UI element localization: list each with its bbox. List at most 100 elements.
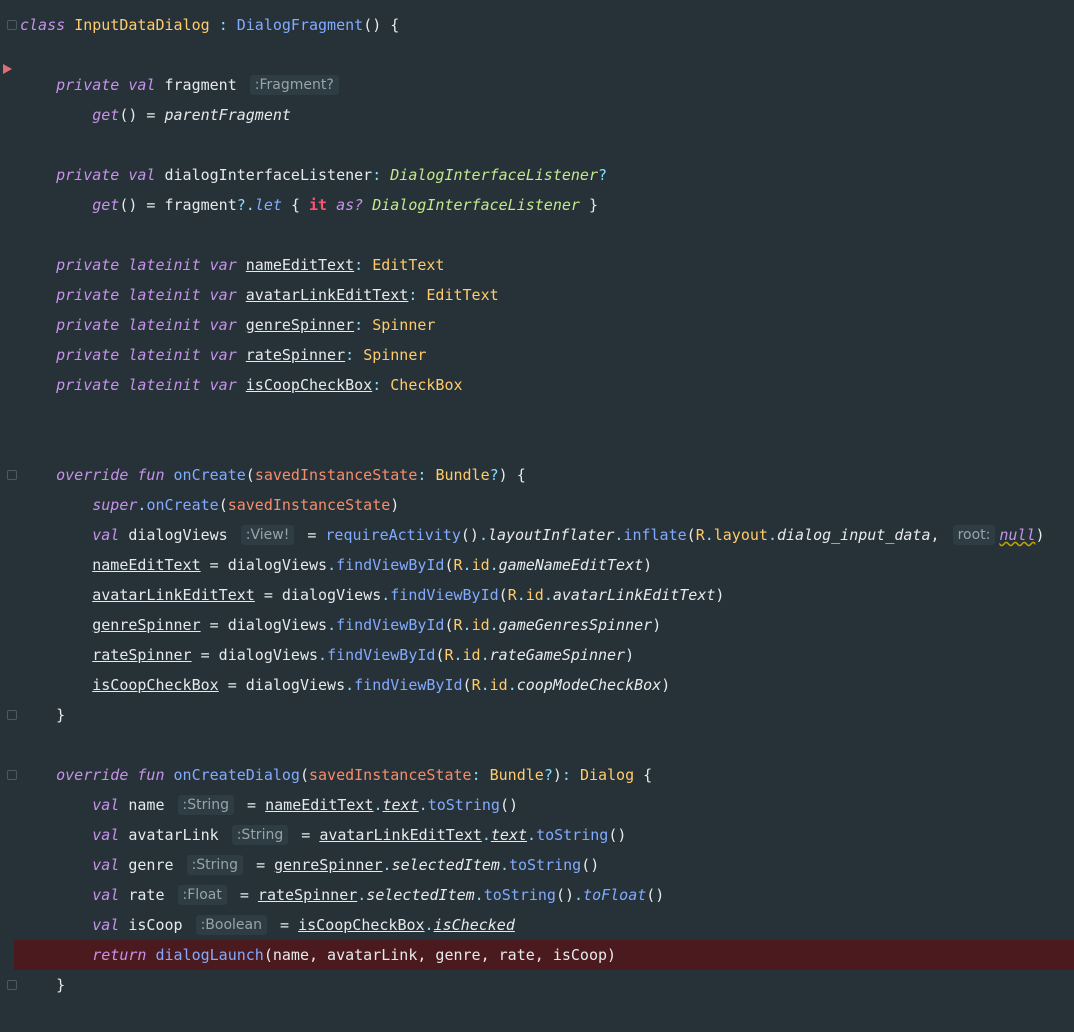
code-line[interactable] bbox=[20, 220, 1074, 250]
code-token: val bbox=[92, 526, 129, 544]
code-line[interactable]: private lateinit var isCoopCheckBox: Che… bbox=[20, 370, 1074, 400]
code-line[interactable]: val name :String = nameEditText.text.toS… bbox=[20, 790, 1074, 820]
code-token: onCreate bbox=[146, 496, 219, 514]
code-line[interactable] bbox=[20, 130, 1074, 160]
code-line[interactable]: private val dialogInterfaceListener: Dia… bbox=[20, 160, 1074, 190]
code-token: EditText bbox=[372, 256, 445, 274]
editor-gutter[interactable] bbox=[0, 0, 14, 1032]
code-token: super bbox=[92, 496, 138, 514]
code-line[interactable]: class InputDataDialog : DialogFragment()… bbox=[20, 10, 1074, 40]
code-line[interactable]: private lateinit var nameEditText: EditT… bbox=[20, 250, 1074, 280]
code-line[interactable]: val genre :String = genreSpinner.selecte… bbox=[20, 850, 1074, 880]
code-token: savedInstanceState bbox=[309, 766, 472, 784]
code-line[interactable]: rateSpinner = dialogViews.findViewById(R… bbox=[20, 640, 1074, 670]
code-token: DialogFragment bbox=[236, 16, 364, 34]
code-line[interactable] bbox=[20, 40, 1074, 70]
code-line[interactable]: get() = fragment?.let { it as? DialogInt… bbox=[20, 190, 1074, 220]
code-token: = bbox=[292, 826, 320, 844]
code-token: = bbox=[230, 886, 258, 904]
code-token: } bbox=[20, 706, 66, 724]
code-line[interactable]: val dialogViews :View! = requireActivity… bbox=[20, 520, 1074, 550]
code-token: savedInstanceState bbox=[227, 496, 391, 514]
fold-marker-icon[interactable] bbox=[7, 710, 17, 720]
code-editor[interactable]: class InputDataDialog : DialogFragment()… bbox=[0, 0, 1074, 1032]
code-line[interactable]: } bbox=[20, 700, 1074, 730]
code-token: = bbox=[238, 796, 266, 814]
code-token: ( bbox=[245, 466, 255, 484]
code-token: requireActivity bbox=[325, 526, 461, 544]
code-line[interactable]: super.onCreate(savedInstanceState) bbox=[20, 490, 1074, 520]
code-token: avatarLink bbox=[128, 826, 228, 844]
code-token: ? bbox=[598, 166, 608, 184]
code-line[interactable]: return dialogLaunch(name, avatarLink, ge… bbox=[14, 940, 1074, 970]
inlay-type-hint: root: bbox=[952, 525, 996, 545]
code-token: R bbox=[453, 556, 463, 574]
fold-marker-icon[interactable] bbox=[7, 470, 17, 480]
code-token: : bbox=[561, 766, 580, 784]
code-token: toString bbox=[483, 886, 556, 904]
code-line[interactable] bbox=[20, 730, 1074, 760]
fold-marker-icon[interactable] bbox=[7, 20, 17, 30]
code-line[interactable]: override fun onCreateDialog(savedInstanc… bbox=[20, 760, 1074, 790]
code-token: findViewById bbox=[336, 616, 445, 634]
fold-marker-icon[interactable] bbox=[7, 770, 17, 780]
code-token: isCoop bbox=[128, 916, 192, 934]
code-line[interactable]: private lateinit var rateSpinner: Spinne… bbox=[20, 340, 1074, 370]
code-token: isCoopCheckBox bbox=[298, 916, 425, 934]
code-token: () = fragment bbox=[119, 196, 237, 214]
code-token: . bbox=[507, 676, 517, 694]
code-token: } bbox=[20, 976, 66, 994]
code-line[interactable]: genreSpinner = dialogViews.findViewById(… bbox=[20, 610, 1074, 640]
code-token: nameEditText bbox=[92, 556, 201, 574]
code-token: genreSpinner bbox=[274, 856, 383, 874]
code-token: () { bbox=[363, 16, 400, 34]
code-line[interactable]: val avatarLink :String = avatarLinkEditT… bbox=[20, 820, 1074, 850]
code-line[interactable]: private lateinit var avatarLinkEditText:… bbox=[20, 280, 1074, 310]
code-token: rateSpinner bbox=[92, 646, 192, 664]
breakpoint-marker-icon[interactable] bbox=[3, 64, 12, 74]
code-line[interactable]: isCoopCheckBox = dialogViews.findViewByI… bbox=[20, 670, 1074, 700]
fold-marker-icon[interactable] bbox=[7, 980, 17, 990]
code-token: savedInstanceState bbox=[254, 466, 418, 484]
code-token: rateGameSpinner bbox=[489, 646, 626, 664]
code-token: fragment bbox=[164, 76, 246, 94]
code-line[interactable]: private lateinit var genreSpinner: Spinn… bbox=[20, 310, 1074, 340]
code-line[interactable]: private val fragment :Fragment? bbox=[20, 70, 1074, 100]
code-token: coopModeCheckBox bbox=[516, 676, 662, 694]
code-token: findViewById bbox=[390, 586, 499, 604]
code-token: . bbox=[453, 646, 463, 664]
code-token: genreSpinner bbox=[92, 616, 201, 634]
code-token: findViewById bbox=[336, 556, 445, 574]
code-line[interactable]: avatarLinkEditText = dialogViews.findVie… bbox=[20, 580, 1074, 610]
code-line[interactable]: val rate :Float = rateSpinner.selectedIt… bbox=[20, 880, 1074, 910]
code-token: ? bbox=[543, 766, 553, 784]
code-token: . bbox=[574, 886, 584, 904]
code-token: . bbox=[418, 796, 428, 814]
code-token: ( bbox=[218, 496, 228, 514]
code-token: toString bbox=[427, 796, 500, 814]
code-token: private val bbox=[56, 166, 165, 184]
code-token: private lateinit var bbox=[56, 346, 246, 364]
code-line[interactable] bbox=[20, 400, 1074, 430]
code-token: selectedItem bbox=[391, 856, 500, 874]
code-line[interactable] bbox=[20, 430, 1074, 460]
code-token: . bbox=[499, 856, 509, 874]
code-line[interactable]: nameEditText = dialogViews.findViewById(… bbox=[20, 550, 1074, 580]
code-token: () bbox=[608, 826, 627, 844]
code-line[interactable]: } bbox=[20, 970, 1074, 1000]
code-token: inflate bbox=[623, 526, 687, 544]
code-line[interactable]: val isCoop :Boolean = isCoopCheckBox.isC… bbox=[20, 910, 1074, 940]
code-line[interactable]: get() = parentFragment bbox=[20, 100, 1074, 130]
code-token: EditText bbox=[426, 286, 499, 304]
code-token: . bbox=[480, 646, 490, 664]
code-token: id bbox=[471, 556, 490, 574]
code-token: . bbox=[489, 556, 499, 574]
code-line[interactable]: override fun onCreate(savedInstanceState… bbox=[20, 460, 1074, 490]
code-token: id bbox=[471, 616, 490, 634]
code-token: isChecked bbox=[433, 916, 515, 934]
